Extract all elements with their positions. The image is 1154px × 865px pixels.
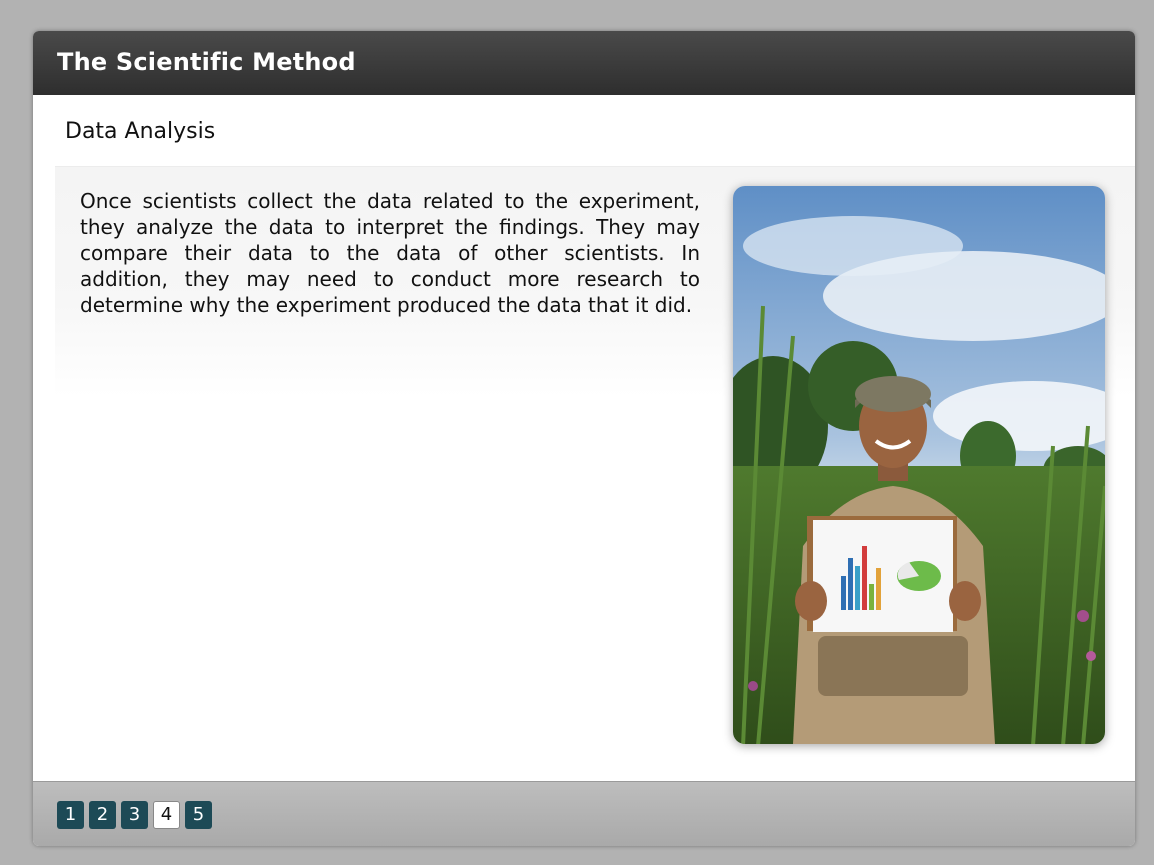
app-title: The Scientific Method [57, 48, 356, 76]
page-button-5[interactable]: 5 [185, 801, 212, 829]
page-button-3[interactable]: 3 [121, 801, 148, 829]
person-holding-chart-photo [733, 186, 1105, 744]
footer-bar: 1 2 3 4 5 [33, 781, 1135, 846]
scientist-photo [733, 186, 1105, 744]
page-background: The Scientific Method Data Analysis Once… [0, 0, 1154, 865]
page-button-1[interactable]: 1 [57, 801, 84, 829]
page-button-4-current[interactable]: 4 [153, 801, 180, 829]
lesson-window: The Scientific Method Data Analysis Once… [33, 31, 1135, 846]
title-bar: The Scientific Method [33, 31, 1135, 95]
page-navigation: 1 2 3 4 5 [57, 801, 212, 829]
section-title: Data Analysis [65, 119, 216, 144]
page-button-2[interactable]: 2 [89, 801, 116, 829]
body-text: Once scientists collect the data related… [80, 189, 700, 317]
